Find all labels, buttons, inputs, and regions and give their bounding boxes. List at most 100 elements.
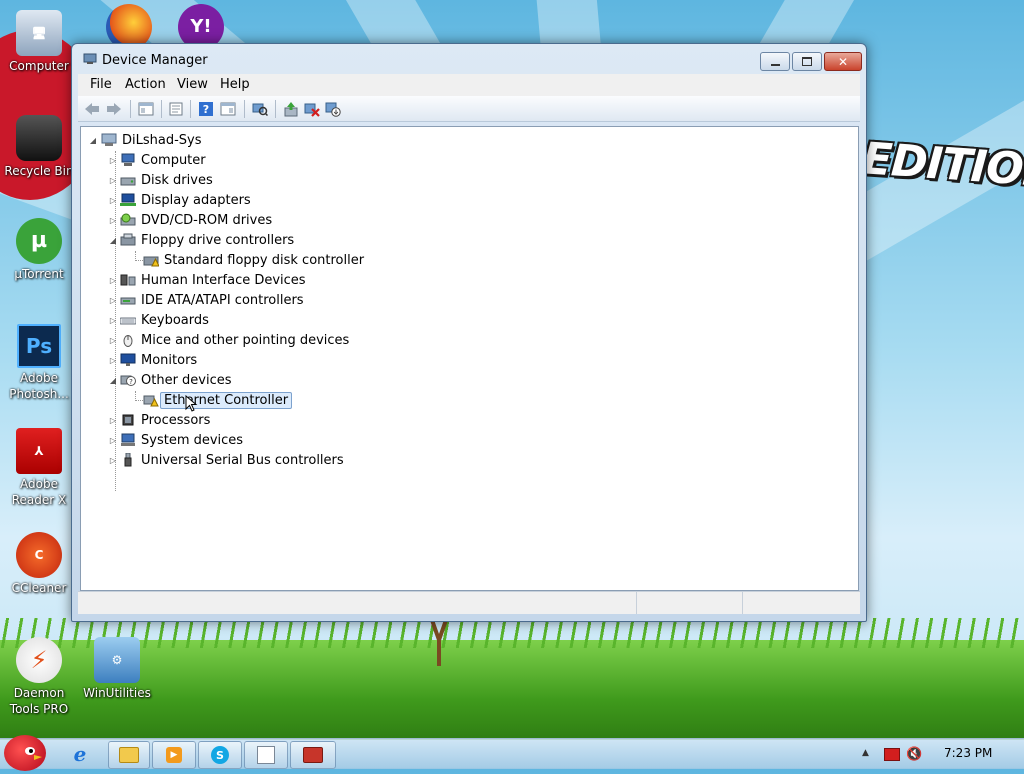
title-bar[interactable]: Device Manager ✕ [72,44,866,74]
show-hide-console-tree-button[interactable] [138,101,154,117]
tree-item-standard-floppy-disk-controller[interactable]: Standard floppy disk controller [143,251,364,269]
menu-help[interactable]: Help [220,77,250,92]
tree-item-monitors[interactable]: ▷ Monitors [109,351,197,369]
start-button[interactable] [4,735,46,771]
console-tree-icon [138,102,154,116]
tree-item-usb-controllers[interactable]: ▷ Universal Serial Bus controllers [109,451,344,469]
desktop-icon-recycle-bin[interactable]: Recycle Bin [2,115,76,179]
desktop-icon-computer[interactable]: 🖥 Computer [2,10,76,74]
mouse-icon [123,335,133,347]
window-title: Device Manager [102,53,208,68]
tree-root[interactable]: ◢ DiLshad-Sys [89,131,202,149]
expand-icon[interactable]: ▷ [109,215,117,225]
expand-icon[interactable]: ▷ [109,415,117,425]
warning-device-icon [143,256,159,267]
desktop-icon-label: WinUtilities [83,686,151,700]
expand-icon[interactable]: ▷ [109,315,117,325]
svg-text:?: ? [129,378,133,386]
tree-item-ethernet-controller[interactable]: Ethernet Controller [143,391,293,409]
winutilities-icon: ⚙ [94,637,140,683]
taskbar-toolbox[interactable] [290,741,336,769]
expand-icon[interactable]: ▷ [109,295,117,305]
desktop-icon-photoshop[interactable]: Ps Adobe Photosh... [2,324,76,402]
tree-connector [135,400,143,401]
disable-device-icon [325,102,341,117]
close-button[interactable]: ✕ [824,52,862,71]
collapse-icon[interactable]: ◢ [89,135,97,145]
tree-item-system-devices[interactable]: ▷ System devices [109,431,243,449]
disable-device-button[interactable] [325,101,341,117]
expand-icon[interactable]: ▷ [109,175,117,185]
scan-hardware-changes-button[interactable] [252,101,268,117]
tree-item-other-devices[interactable]: ◢ ? Other devices [109,371,232,389]
computer-root-icon [101,133,117,146]
tree-item-human-interface-devices[interactable]: ▷ Human Interface Devices [109,271,306,289]
toolbar: ? [78,96,860,122]
desktop-icon-winutilities[interactable]: ⚙ WinUtilities [80,637,154,701]
taskbar-media-player[interactable]: ▶ [152,741,196,769]
status-bar-cell [742,592,743,614]
forward-button[interactable] [106,101,122,117]
ccleaner-icon: C [16,532,62,578]
uninstall-icon [304,103,320,117]
expand-icon[interactable]: ▷ [109,335,117,345]
tree-item-mice-pointing-devices[interactable]: ▷ Mice and other pointing devices [109,331,349,349]
maximize-icon [802,57,812,66]
expand-icon[interactable]: ▷ [109,275,117,285]
properties-button[interactable] [168,101,184,117]
show-hidden-icons-chevron-icon[interactable]: ▲ [862,748,869,758]
collapse-icon[interactable]: ◢ [109,235,117,245]
adobe-reader-icon: ⅄ [16,428,62,474]
taskbar-device-manager[interactable] [244,741,288,769]
tree-item-dvd-cdrom-drives[interactable]: ▷ DVD/CD-ROM drives [109,211,272,229]
unknown-device-icon: ? [120,375,136,386]
processor-icon [122,414,134,426]
tree-item-disk-drives[interactable]: ▷ Disk drives [109,171,213,189]
action-pane-icon [220,102,236,116]
tree-item-floppy-drive-controllers[interactable]: ◢ Floppy drive controllers [109,231,294,249]
tree-item-keyboards[interactable]: ▷ Keyboards [109,311,209,329]
menu-action[interactable]: Action [125,77,166,92]
desktop-icon-ccleaner[interactable]: C CCleaner [2,532,76,596]
device-tree[interactable]: ◢ DiLshad-Sys ▷ Computer ▷ Disk drives ▷… [80,126,859,591]
minimize-button[interactable] [760,52,790,71]
collapse-icon[interactable]: ◢ [109,375,117,385]
toolbar-separator [161,100,162,118]
desktop-icon-utorrent[interactable]: µ µTorrent [2,218,76,282]
show-action-pane-button[interactable] [220,101,236,117]
close-icon: ✕ [837,54,849,69]
photoshop-icon: Ps [17,324,61,368]
tree-item-processors[interactable]: ▷ Processors [109,411,210,429]
desktop-icon-daemon-tools[interactable]: ⚡ Daemon Tools PRO [2,637,76,717]
expand-icon[interactable]: ▷ [109,355,117,365]
tree-item-display-adapters[interactable]: ▷ Display adapters [109,191,251,209]
system-clock[interactable]: 7:23 PM [944,746,992,760]
expand-icon[interactable]: ▷ [109,155,117,165]
status-bar-cell [636,592,637,614]
taskbar-windows-explorer[interactable] [108,741,150,769]
menu-view[interactable]: View [177,77,208,92]
tree-item-computer[interactable]: ▷ Computer [109,151,206,169]
tree-item-ide-ata-atapi-controllers[interactable]: ▷ IDE ATA/ATAPI controllers [109,291,304,309]
expand-icon[interactable]: ▷ [109,435,117,445]
tree-item-label: Standard floppy disk controller [164,252,365,268]
taskbar-internet-explorer[interactable]: e [52,741,108,767]
volume-muted-icon[interactable]: 🔇 [906,747,922,762]
internet-explorer-icon: e [73,742,87,766]
expand-icon[interactable]: ▷ [109,195,117,205]
back-button[interactable] [84,101,100,117]
action-center-icon[interactable] [884,748,900,761]
daemon-tools-icon: ⚡ [16,637,62,683]
device-manager-icon [83,53,97,64]
update-driver-button[interactable] [283,101,299,117]
maximize-button[interactable] [792,52,822,71]
menu-file[interactable]: File [90,77,112,92]
toolbar-separator [244,100,245,118]
taskbar-skype[interactable]: S [198,741,242,769]
uninstall-device-button[interactable] [304,101,320,117]
tree-item-label: Computer [141,152,206,168]
desktop-icon-adobe-reader[interactable]: ⅄ Adobe Reader X [2,428,76,508]
expand-icon[interactable]: ▷ [109,455,117,465]
help-button[interactable]: ? [198,101,214,117]
device-manager-window: Device Manager ✕ File Action View Help ?… [71,43,867,622]
